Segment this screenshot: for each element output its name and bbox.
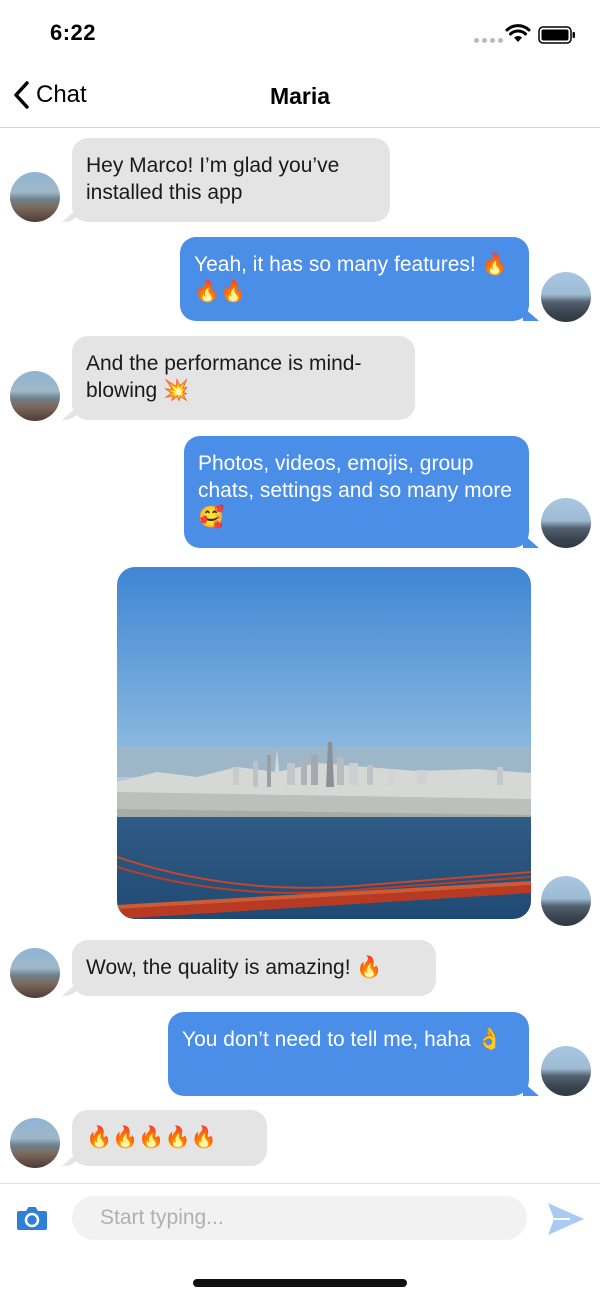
message-text: You don’t need to tell me, haha 👌 <box>182 1028 503 1051</box>
cellular-signal-icon <box>474 38 503 43</box>
navigation-bar: Chat Maria <box>0 72 600 128</box>
message-text: Hey Marco! I’m glad you’ve installed thi… <box>86 154 340 204</box>
home-indicator <box>193 1279 407 1287</box>
city-skyline-photo <box>117 567 531 919</box>
avatar[interactable] <box>10 172 60 222</box>
message-photo[interactable] <box>117 567 531 919</box>
message-bubble[interactable]: Yeah, it has so many features! 🔥🔥🔥 <box>180 237 529 321</box>
wifi-icon <box>505 24 531 42</box>
status-time: 6:22 <box>50 20 97 45</box>
message-input[interactable] <box>72 1196 527 1240</box>
avatar[interactable] <box>10 948 60 998</box>
avatar[interactable] <box>541 272 591 322</box>
message-bubble[interactable]: Wow, the quality is amazing! 🔥 <box>72 940 436 996</box>
avatar[interactable] <box>541 498 591 548</box>
message-composer <box>0 1183 600 1252</box>
battery-icon <box>538 26 575 44</box>
avatar[interactable] <box>541 1046 591 1096</box>
message-text: And the performance is mind-blowing 💥 <box>86 352 362 402</box>
avatar[interactable] <box>10 1118 60 1168</box>
page-title: Maria <box>269 83 331 109</box>
avatar[interactable] <box>541 876 591 926</box>
message-bubble[interactable]: 🔥🔥🔥🔥🔥 <box>72 1110 267 1166</box>
status-bar: 6:22 <box>0 0 600 72</box>
message-bubble[interactable]: And the performance is mind-blowing 💥 <box>72 336 415 420</box>
message-text: Wow, the quality is amazing! 🔥 <box>86 956 383 979</box>
camera-icon[interactable] <box>16 1205 48 1231</box>
send-icon[interactable] <box>546 1201 586 1237</box>
message-text: 🔥🔥🔥🔥🔥 <box>86 1126 217 1149</box>
message-bubble[interactable]: You don’t need to tell me, haha 👌 <box>168 1012 529 1096</box>
message-bubble[interactable]: Photos, videos, emojis, group chats, set… <box>184 436 529 548</box>
message-text: Photos, videos, emojis, group chats, set… <box>198 452 512 529</box>
message-text: Yeah, it has so many features! 🔥🔥🔥 <box>194 253 508 303</box>
message-bubble[interactable]: Hey Marco! I’m glad you’ve installed thi… <box>72 138 390 222</box>
avatar[interactable] <box>10 371 60 421</box>
